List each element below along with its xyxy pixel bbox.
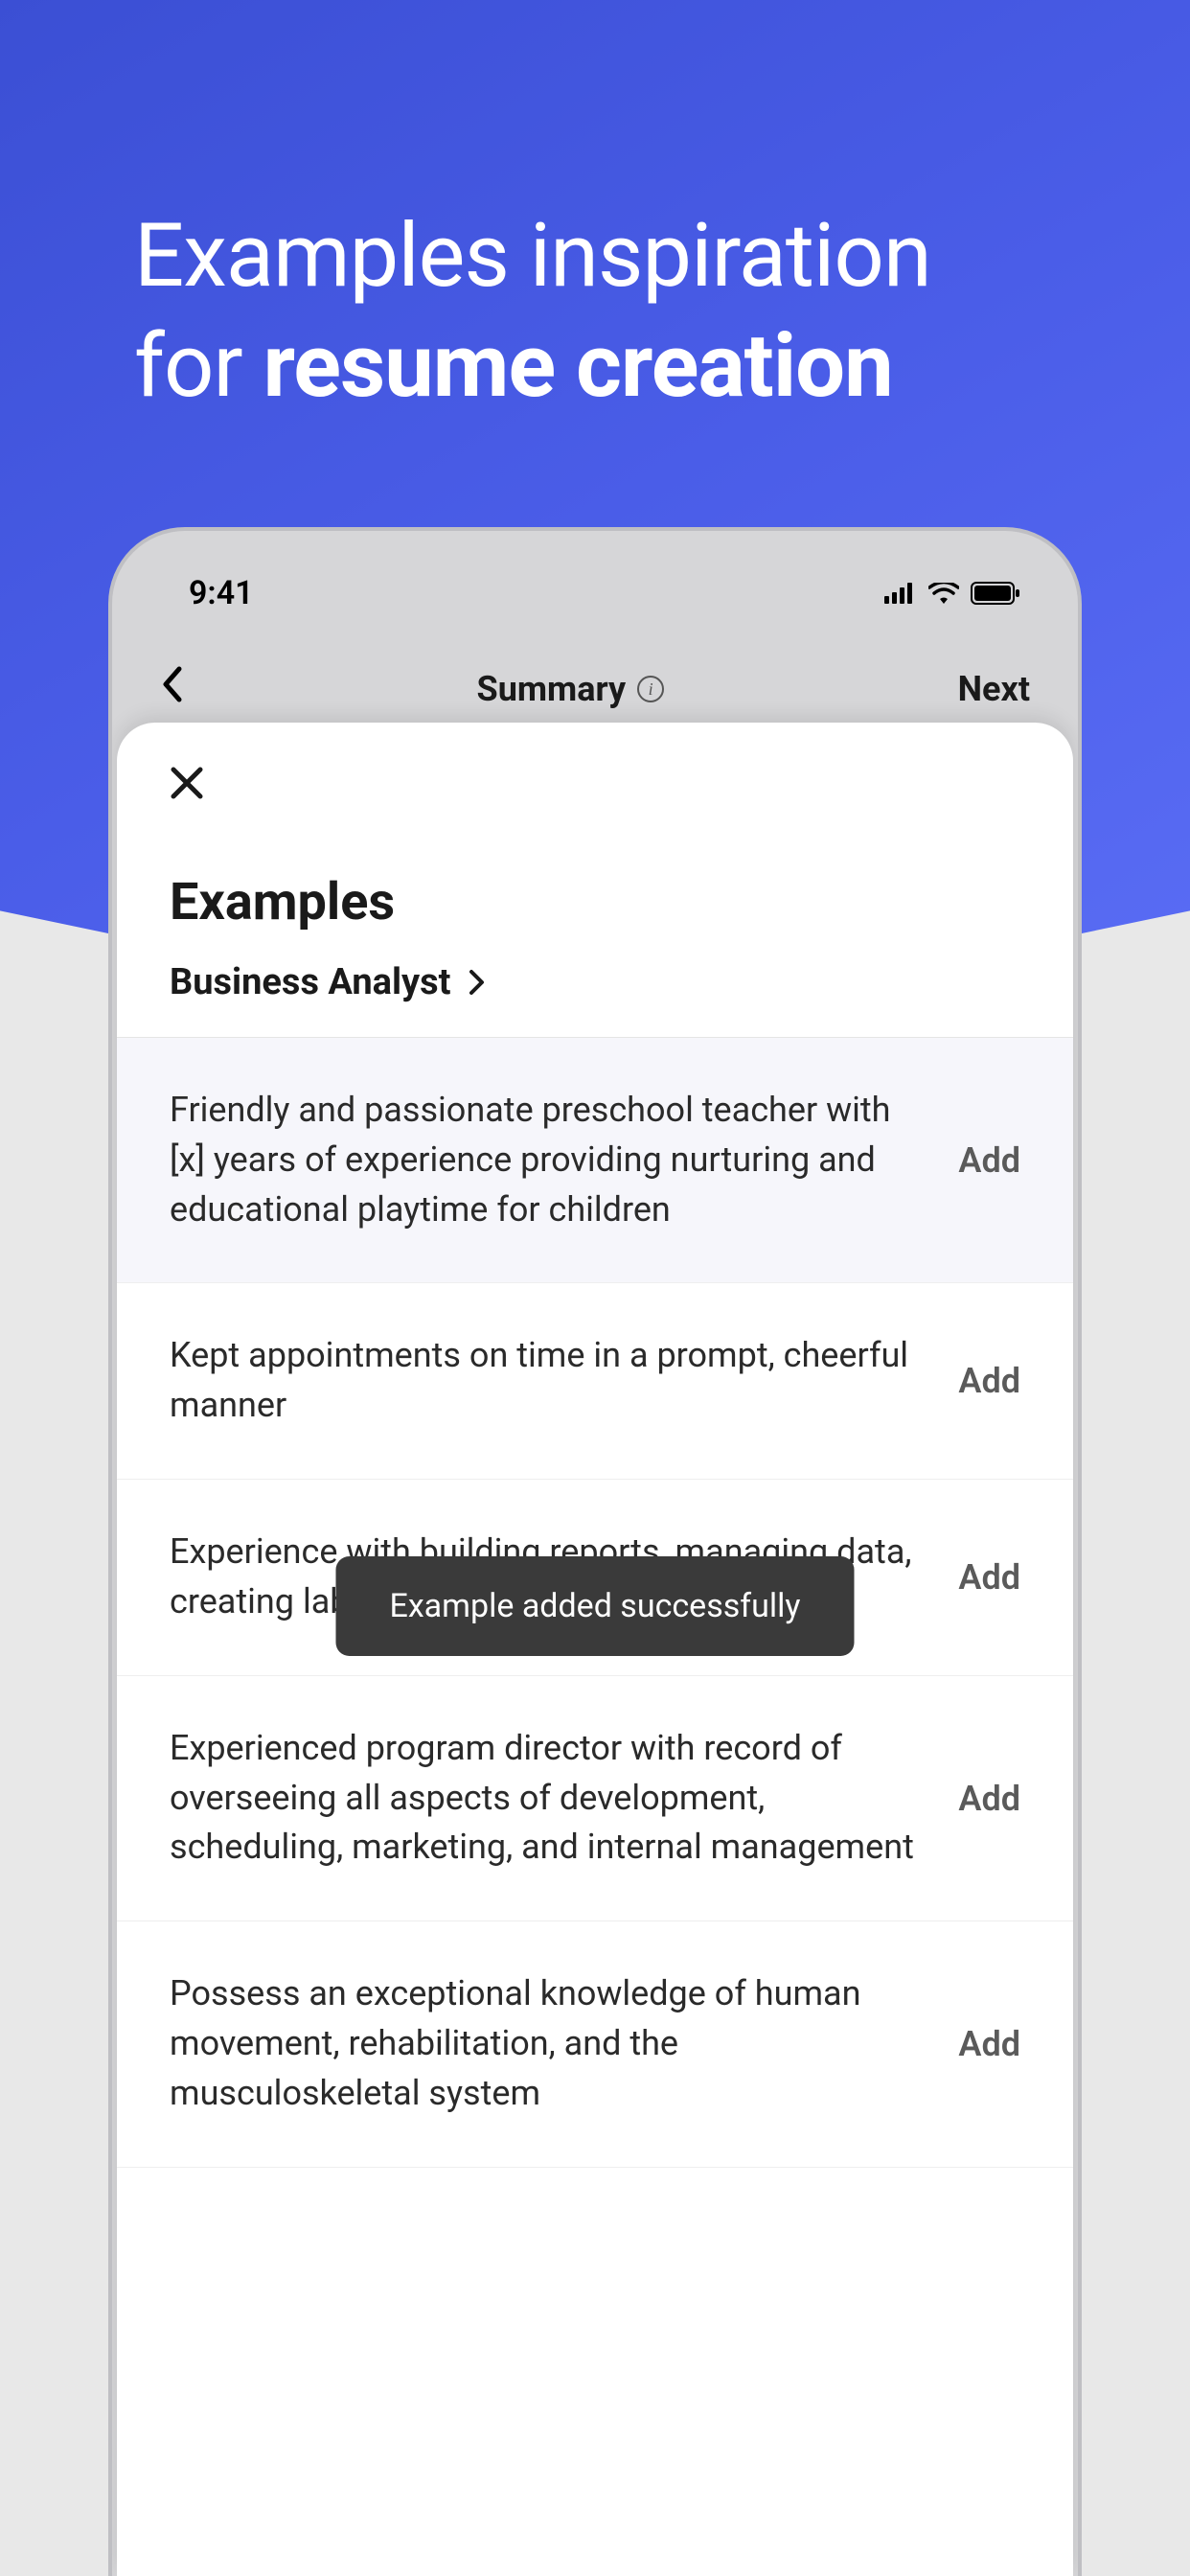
hero-line2-prefix: for [134, 315, 263, 418]
hero-line2-bold: resume creation [263, 315, 892, 418]
add-button[interactable]: Add [958, 2024, 1020, 2064]
phone-frame: 9:41 [108, 527, 1082, 2576]
sheet-header: Examples Business Analyst [117, 723, 1073, 1037]
example-text: Experienced program director with record… [170, 1724, 929, 1873]
example-item: Experienced program director with record… [117, 1676, 1073, 1921]
battery-icon [971, 582, 1020, 605]
signal-icon [884, 583, 917, 604]
add-button[interactable]: Add [958, 1557, 1020, 1598]
category-label: Business Analyst [170, 961, 451, 1003]
status-icons [884, 582, 1020, 605]
status-time: 9:41 [189, 574, 254, 612]
close-icon[interactable] [170, 766, 204, 800]
example-item: Kept appointments on time in a prompt, c… [117, 1283, 1073, 1480]
hero-title: Examples inspiration for resume creation [134, 201, 1056, 422]
toast-notification: Example added successfully [335, 1556, 854, 1656]
examples-sheet: Examples Business Analyst Friendly and p… [117, 723, 1073, 2576]
chevron-left-icon [160, 666, 183, 702]
add-button[interactable]: Add [958, 1779, 1020, 1819]
example-item: Friendly and passionate preschool teache… [117, 1038, 1073, 1283]
sheet-title: Examples [170, 872, 1020, 932]
nav-title-wrap: Summary i [477, 669, 665, 709]
info-icon[interactable]: i [637, 676, 664, 702]
status-bar: 9:41 [112, 531, 1078, 636]
example-item: Possess an exceptional knowledge of huma… [117, 1921, 1073, 2167]
nav-bar: Summary i Next [112, 636, 1078, 713]
back-button[interactable] [160, 666, 183, 712]
example-text: Friendly and passionate preschool teache… [170, 1086, 929, 1234]
nav-title: Summary [477, 669, 627, 709]
chevron-right-icon [469, 969, 486, 996]
add-button[interactable]: Add [958, 1140, 1020, 1181]
next-button[interactable]: Next [958, 669, 1030, 709]
example-text: Possess an exceptional knowledge of huma… [170, 1969, 929, 2118]
hero-line1: Examples inspiration [134, 205, 931, 308]
category-selector[interactable]: Business Analyst [170, 961, 1020, 1003]
wifi-icon [928, 583, 959, 604]
example-text: Kept appointments on time in a prompt, c… [170, 1331, 929, 1431]
add-button[interactable]: Add [958, 1361, 1020, 1401]
